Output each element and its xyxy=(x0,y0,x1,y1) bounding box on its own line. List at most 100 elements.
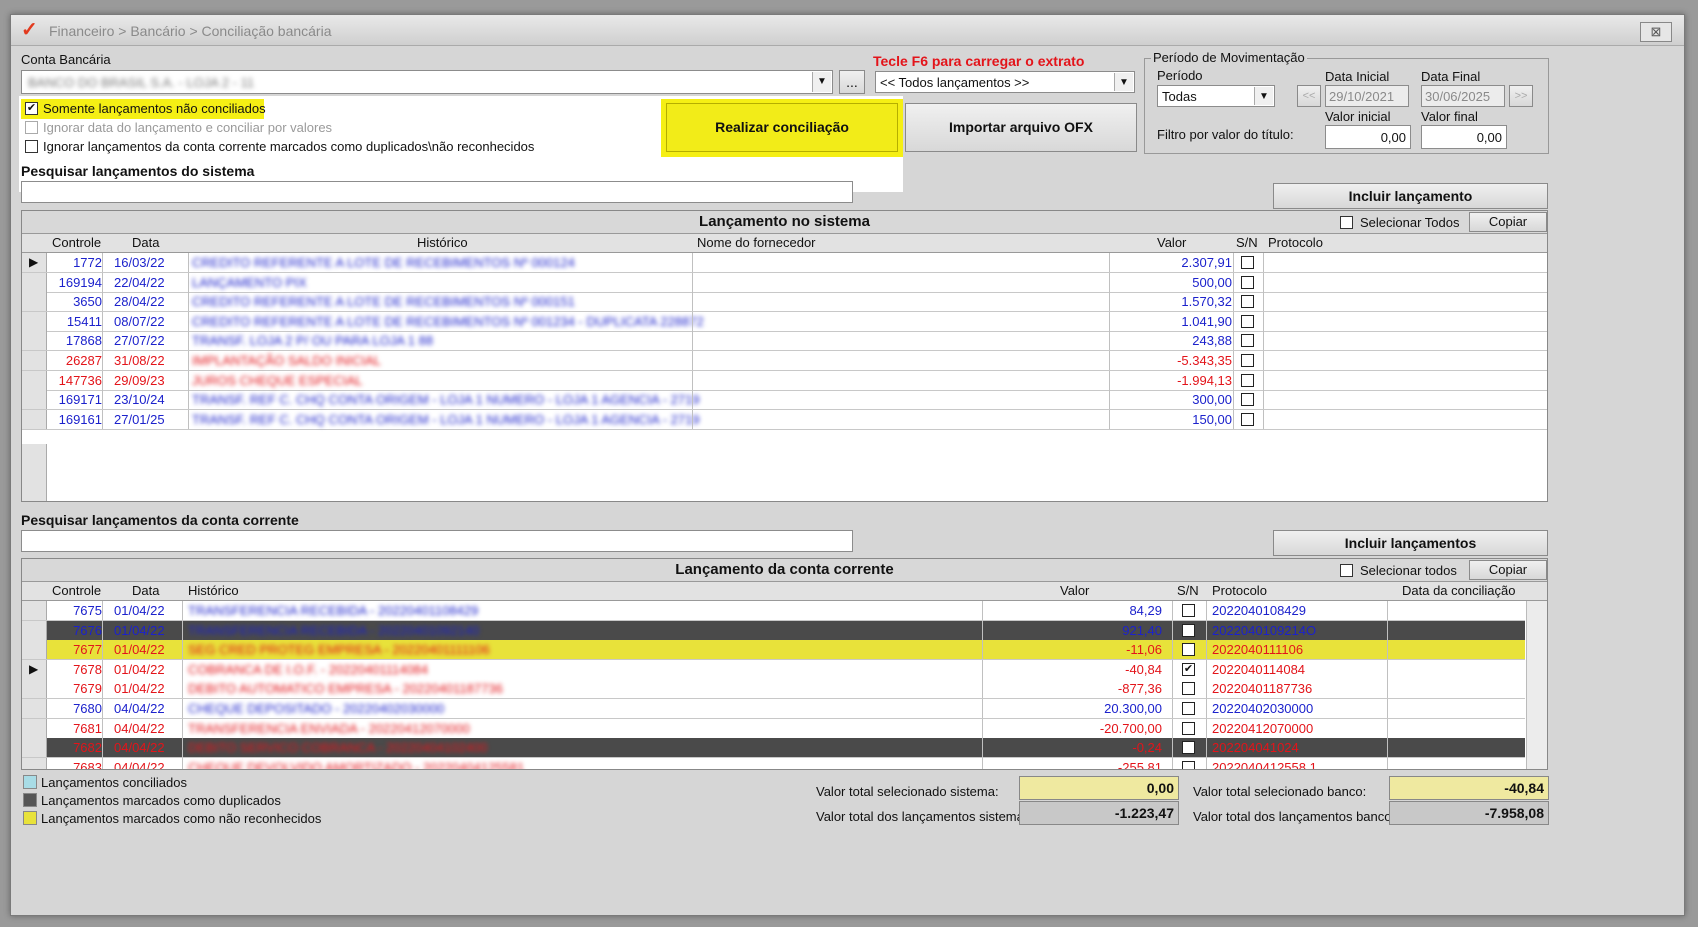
data-inicial-field[interactable]: 29/10/2021 xyxy=(1325,85,1409,107)
incluir-lancamentos-button[interactable]: Incluir lançamentos xyxy=(1273,530,1548,556)
row-checkbox[interactable] xyxy=(1241,256,1254,269)
row-checkbox[interactable] xyxy=(1182,741,1195,755)
row-checkbox[interactable] xyxy=(1241,412,1254,426)
row-checkbox[interactable] xyxy=(1182,623,1195,637)
row-selector[interactable] xyxy=(22,640,47,660)
table-row[interactable]: ▶ 7678 01/04/22 COBRANCA DE I.O.F. - 202204… xyxy=(22,659,1525,680)
row-checkbox[interactable] xyxy=(1241,275,1254,289)
row-checkbox[interactable] xyxy=(1241,314,1254,328)
next-period-button[interactable]: >> xyxy=(1509,85,1533,107)
periodo-combo[interactable]: Todas ▼ xyxy=(1157,85,1275,107)
extrato-combo[interactable]: << Todos lançamentos >> ▼ xyxy=(875,71,1135,93)
row-checkbox[interactable] xyxy=(1182,643,1195,657)
col-valor[interactable]: Valor xyxy=(1157,235,1186,250)
row-checkbox[interactable] xyxy=(1241,354,1254,367)
row-checkbox[interactable] xyxy=(1241,295,1254,309)
col-data[interactable]: Data xyxy=(132,583,159,598)
sistema-select-all-checkbox[interactable] xyxy=(1340,216,1353,229)
opt2-label: Ignorar data do lançamento e conciliar p… xyxy=(43,120,333,135)
row-selector[interactable] xyxy=(22,699,47,718)
row-selector[interactable] xyxy=(22,351,47,370)
row-selector[interactable] xyxy=(22,272,47,292)
data-final-field[interactable]: 30/06/2025 xyxy=(1421,85,1505,107)
col-controle[interactable]: Controle xyxy=(52,235,101,250)
row-checkbox[interactable] xyxy=(1241,393,1254,407)
col-valor[interactable]: Valor xyxy=(1060,583,1089,598)
col-protocolo[interactable]: Protocolo xyxy=(1268,235,1323,250)
col-sn[interactable]: S/N xyxy=(1177,583,1199,598)
col-sn[interactable]: S/N xyxy=(1236,235,1258,250)
table-row[interactable]: 7679 01/04/22 DEBITO AUTOMATICO EMPRESA - … xyxy=(22,679,1525,700)
row-selector[interactable] xyxy=(22,679,47,699)
row-selector[interactable]: ▶ xyxy=(22,253,47,272)
corrente-copy-button[interactable]: Copiar xyxy=(1469,560,1547,580)
table-row[interactable]: 147736 29/09/23 JUROS CHEQUE ESPECIAL -1.99… xyxy=(22,370,1547,391)
row-selector[interactable] xyxy=(22,370,47,390)
row-selector[interactable] xyxy=(22,409,47,429)
table-row[interactable]: 7682 04/04/22 DEBITO SERVICO COBRANCA - 20… xyxy=(22,738,1525,759)
conta-combo[interactable]: BANCO DO BRASIL S.A. - LOJA 2 - 11 ▼ xyxy=(21,70,833,94)
table-row[interactable]: 17868 27/07/22 TRANSF. LOJA 2 P/ OU PARA L… xyxy=(22,331,1547,352)
realizar-conciliacao-button[interactable]: Realizar conciliação xyxy=(666,103,898,152)
row-selector[interactable] xyxy=(22,390,47,410)
table-row[interactable]: 7677 01/04/22 SEG CRED PROTEG EMPRESA - 20… xyxy=(22,640,1525,661)
table-row[interactable]: ▶ 1772 16/03/22 CREDITO REFERENTE A LOTE DE… xyxy=(22,253,1547,273)
corrente-search-input[interactable] xyxy=(21,530,853,552)
valor-final-field[interactable]: 0,00 xyxy=(1421,125,1507,149)
valor-final-value: 0,00 xyxy=(1476,130,1502,145)
prev-period-button[interactable]: << xyxy=(1297,85,1321,107)
col-fornecedor[interactable]: Nome do fornecedor xyxy=(697,235,816,250)
chevron-down-icon[interactable]: ▼ xyxy=(1254,87,1273,105)
table-row[interactable]: 3650 28/04/22 CREDITO REFERENTE A LOTE DE … xyxy=(22,292,1547,313)
table-row[interactable]: 169171 23/10/24 TRANSF. REF C. CHQ CONTA O… xyxy=(22,390,1547,411)
col-historico[interactable]: Histórico xyxy=(188,583,239,598)
col-controle[interactable]: Controle xyxy=(52,583,101,598)
row-selector[interactable]: ▶ xyxy=(22,659,47,679)
row-checkbox[interactable] xyxy=(1241,334,1254,348)
col-protocolo[interactable]: Protocolo xyxy=(1212,583,1267,598)
row-selector[interactable] xyxy=(22,738,47,758)
row-selector[interactable] xyxy=(22,311,47,331)
incluir-lancamento-button[interactable]: Incluir lançamento xyxy=(1273,183,1548,209)
vertical-scrollbar[interactable] xyxy=(1526,601,1547,769)
table-row[interactable]: 7676 01/04/22 TRANSFERENCIA RECEBIDA - 202… xyxy=(22,620,1525,641)
row-selector[interactable] xyxy=(22,292,47,312)
corrente-select-all-checkbox[interactable] xyxy=(1340,564,1353,577)
row-checkbox[interactable] xyxy=(1182,760,1195,769)
table-row[interactable]: 7680 04/04/22 CHEQUE DEPOSITADO - 20220402… xyxy=(22,699,1525,719)
col-data-conciliacao[interactable]: Data da conciliação xyxy=(1402,583,1515,598)
row-selector[interactable] xyxy=(22,757,47,769)
table-row[interactable]: 169194 22/04/22 LANÇAMENTO PIX 500,00 xyxy=(22,272,1547,293)
row-checkbox[interactable]: ✔ xyxy=(1182,662,1195,676)
col-historico[interactable]: Histórico xyxy=(417,235,468,250)
chevron-down-icon[interactable]: ▼ xyxy=(812,72,831,92)
opt3-checkbox[interactable] xyxy=(25,140,38,153)
table-row[interactable]: 7675 01/04/22 TRANSFERENCIA RECEBIDA - 202… xyxy=(22,601,1525,621)
close-button[interactable]: ⊠ xyxy=(1640,22,1672,42)
row-selector[interactable] xyxy=(22,331,47,351)
valor-inicial-field[interactable]: 0,00 xyxy=(1325,125,1411,149)
chevron-down-icon[interactable]: ▼ xyxy=(1114,73,1133,91)
row-selector[interactable] xyxy=(22,620,47,640)
sistema-search-input[interactable] xyxy=(21,181,853,203)
row-checkbox[interactable] xyxy=(1182,721,1195,735)
table-row[interactable]: 26287 31/08/22 IMPLANTAÇÃO SALDO INICIAL -5… xyxy=(22,351,1547,371)
sistema-copy-button[interactable]: Copiar xyxy=(1469,212,1547,232)
table-row[interactable]: 169161 27/01/25 TRANSF. REF C. CHQ CONTA O… xyxy=(22,409,1547,430)
cell-valor: 500,00 xyxy=(1192,274,1232,290)
opt2-checkbox[interactable] xyxy=(25,121,38,134)
conta-lookup-button[interactable]: ... xyxy=(839,70,865,94)
col-data[interactable]: Data xyxy=(132,235,159,250)
importar-ofx-button[interactable]: Importar arquivo OFX xyxy=(905,103,1137,152)
table-row[interactable]: 15411 08/07/22 CREDITO REFERENTE A LOTE DE… xyxy=(22,311,1547,332)
row-checkbox[interactable] xyxy=(1182,702,1195,715)
opt1-checkbox[interactable]: ✔ xyxy=(25,102,38,115)
row-selector[interactable] xyxy=(22,718,47,738)
row-checkbox[interactable] xyxy=(1182,682,1195,696)
row-checkbox[interactable] xyxy=(1241,373,1254,387)
table-row[interactable]: 7681 04/04/22 TRANSFERENCIA ENVIADA - 2022… xyxy=(22,718,1525,739)
row-selector[interactable] xyxy=(22,601,47,620)
row-checkbox[interactable] xyxy=(1182,604,1195,617)
table-row[interactable]: 7683 04/04/22 CHEQUE DEVOLVIDO AMORTIZADO … xyxy=(22,757,1525,769)
valor-inicial-value: 0,00 xyxy=(1380,130,1406,145)
